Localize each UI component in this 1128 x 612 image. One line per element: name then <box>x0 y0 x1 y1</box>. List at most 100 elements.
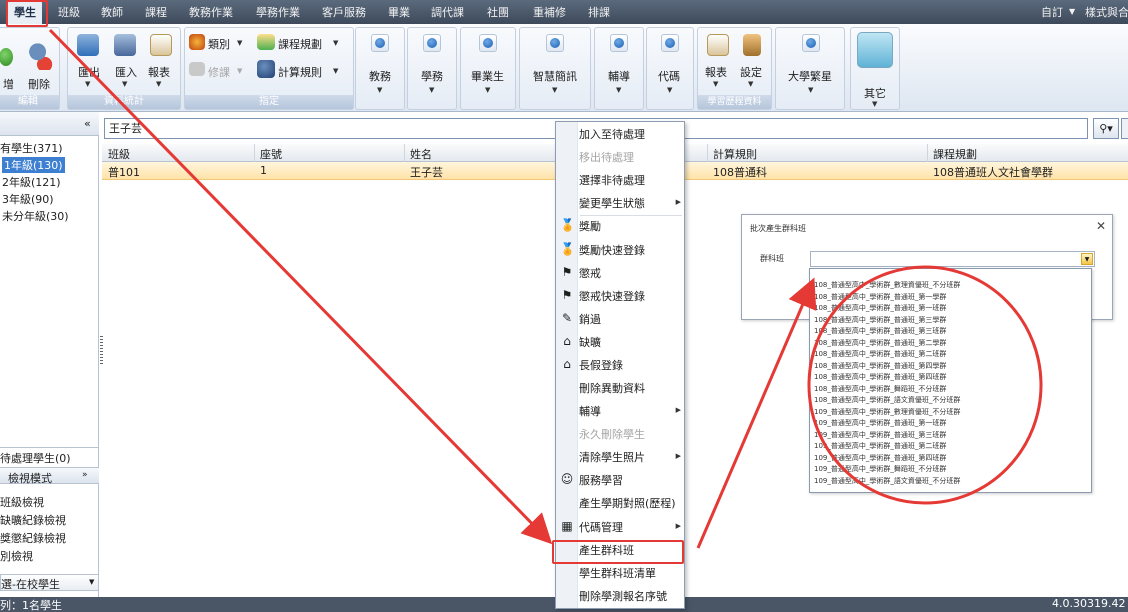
tree-grade-2[interactable]: 2年級(121) <box>2 174 61 190</box>
group-class-dropdown[interactable]: 108_普通型高中_學術群_數理資優班_不分班群 108_普通型高中_學術群_普通… <box>809 268 1092 493</box>
smart-sms-button[interactable]: 智慧簡訊 <box>533 68 577 84</box>
dropdown-option[interactable]: 109_普通型高中_學術群_語文資優班_不分班群 <box>814 477 960 486</box>
chevron-down-icon[interactable]: ▼ <box>377 86 382 94</box>
view-mode-header[interactable]: 檢視模式 » <box>0 467 99 485</box>
menu-teacher[interactable]: 教師 <box>101 4 123 20</box>
context-item-6[interactable]: 獎勵快速登錄 <box>579 242 645 258</box>
col-separator[interactable] <box>254 144 255 162</box>
dropdown-option[interactable]: 108_普通型高中_學術群_普通班_第一學群 <box>814 293 946 302</box>
menu-substitute[interactable]: 調代課 <box>431 4 464 20</box>
col-separator[interactable] <box>927 144 928 162</box>
category-button[interactable]: 類別 <box>208 36 230 52</box>
chevron-down-icon[interactable]: ▼ <box>89 578 94 586</box>
course-rule-icon[interactable] <box>257 34 275 50</box>
view-other[interactable]: 別檢視 <box>0 548 99 564</box>
context-item-8[interactable]: 懲戒快速登錄 <box>579 288 645 304</box>
tree-grade-1[interactable]: 1年級(130) <box>2 157 65 173</box>
dropdown-option[interactable]: 108_普通型高中_學術群_普通班_第二班群 <box>814 350 946 359</box>
category-icon[interactable] <box>189 34 205 50</box>
menu-class[interactable]: 班級 <box>58 4 80 20</box>
codes-button[interactable]: 代碼 <box>658 68 680 84</box>
chevron-down-icon[interactable]: ▼ <box>333 39 338 47</box>
tree-grade-3[interactable]: 3年級(90) <box>2 191 54 207</box>
view-absence[interactable]: 缺曠紀錄檢視 <box>0 512 99 528</box>
menu-customize-arrow[interactable]: ▼ <box>1069 7 1075 16</box>
chevron-down-icon[interactable]: ▼ <box>872 100 877 108</box>
context-item-3[interactable]: 選擇非待處理 <box>579 172 645 188</box>
dropdown-option[interactable]: 108_普通型高中_學術群_普通班_第四學群 <box>814 362 946 371</box>
tree-all-students[interactable]: 有學生(371) <box>0 140 63 156</box>
dropdown-option[interactable]: 108_普通型高中_學術群_普通班_第三學群 <box>814 316 946 325</box>
menu-student-affairs[interactable]: 學務作業 <box>256 4 300 20</box>
export-icon[interactable] <box>77 34 99 56</box>
menu-customer-service[interactable]: 客戶服務 <box>322 4 366 20</box>
menu-academic-affairs[interactable]: 教務作業 <box>189 4 233 20</box>
ribbon-btn-student-affairs[interactable]: 學務 ▼ <box>407 27 457 110</box>
ribbon-btn-codes[interactable]: 代碼 ▼ <box>646 27 694 110</box>
dropdown-option[interactable]: 109_普通型高中_學術群_普通班_第一班群 <box>814 419 946 428</box>
context-item-15[interactable]: 清除學生照片 <box>579 449 645 465</box>
chevron-down-icon[interactable]: ▼ <box>713 80 718 88</box>
context-item-4[interactable]: 變更學生狀態 <box>579 195 645 211</box>
col-name[interactable]: 姓名 <box>410 146 432 162</box>
calc-rule-button[interactable]: 計算規則 <box>278 64 322 80</box>
filter-select[interactable]: 選-在校學生 ▼ <box>0 574 99 591</box>
context-item-9[interactable]: 銷過 <box>579 311 601 327</box>
menu-graduation[interactable]: 畢業 <box>388 4 410 20</box>
splitter-handle[interactable] <box>100 336 103 366</box>
import-button[interactable]: 匯入 <box>115 64 137 80</box>
chevron-down-icon[interactable]: ▼ <box>85 80 90 88</box>
ribbon-btn-academic[interactable]: 教務 ▼ <box>355 27 405 110</box>
chevron-down-icon[interactable]: ▼ <box>429 86 434 94</box>
report-icon[interactable] <box>150 34 172 56</box>
view-class[interactable]: 班級檢視 <box>0 494 99 510</box>
chevron-down-icon[interactable]: ▼ <box>748 80 753 88</box>
student-affairs-button[interactable]: 學務 <box>421 68 443 84</box>
history-report-icon[interactable] <box>707 34 729 56</box>
context-item-7[interactable]: 懲戒 <box>579 265 601 281</box>
chevron-down-icon[interactable]: ▼ <box>122 80 127 88</box>
context-item-18[interactable]: 代碼管理 <box>579 519 623 535</box>
context-item-20[interactable]: 學生群科班清單 <box>579 565 656 581</box>
export-button[interactable]: 匯出 <box>78 64 100 80</box>
view-discipline[interactable]: 獎懲紀錄檢視 <box>0 530 99 546</box>
col-seat[interactable]: 座號 <box>260 146 282 162</box>
dropdown-option[interactable]: 109_普通型高中_學術群_普通班_第二班群 <box>814 442 946 451</box>
tree-unassigned[interactable]: 未分年級(30) <box>2 208 69 224</box>
chevron-down-icon[interactable]: ▼ <box>616 86 621 94</box>
context-item-13[interactable]: 輔導 <box>579 403 601 419</box>
col-separator[interactable] <box>404 144 405 162</box>
context-item-12[interactable]: 刪除異動資料 <box>579 380 645 396</box>
chevron-down-icon[interactable]: ▼ <box>1081 253 1093 265</box>
dropdown-option[interactable]: 109_普通型高中_學術群_普通班_第四班群 <box>814 454 946 463</box>
dropdown-option[interactable]: 108_普通型高中_學術群_數理資優班_不分班群 <box>814 281 960 290</box>
collapse-icon[interactable]: « <box>84 117 91 130</box>
other-button[interactable]: 其它 <box>864 85 886 101</box>
add-icon[interactable] <box>0 48 13 66</box>
calc-rule-icon[interactable] <box>257 60 275 78</box>
settings-icon[interactable] <box>743 34 761 56</box>
menu-remedial[interactable]: 重補修 <box>533 4 566 20</box>
close-icon[interactable]: ✕ <box>1096 219 1106 233</box>
history-settings-button[interactable]: 設定 <box>740 64 762 80</box>
history-report-button[interactable]: 報表 <box>705 64 727 80</box>
graduates-button[interactable]: 畢業生 <box>471 68 504 84</box>
menu-customize[interactable]: 自訂 <box>1041 4 1063 20</box>
context-item-1[interactable]: 加入至待處理 <box>579 126 645 142</box>
context-item-5[interactable]: 獎勵 <box>579 218 601 234</box>
dropdown-option[interactable]: 108_普通型高中_學術群_普通班_第二學群 <box>814 339 946 348</box>
ribbon-btn-university[interactable]: 大學繁星 ▼ <box>775 27 845 110</box>
report-button[interactable]: 報表 <box>148 64 170 80</box>
university-button[interactable]: 大學繁星 <box>788 68 832 84</box>
col-course-plan[interactable]: 課程規劃 <box>933 146 977 162</box>
context-item-16[interactable]: 服務學習 <box>579 472 623 488</box>
chevron-down-icon[interactable]: ▼ <box>552 86 557 94</box>
dropdown-option[interactable]: 108_普通型高中_學術群_普通班_第三班群 <box>814 327 946 336</box>
ribbon-btn-guidance[interactable]: 輔導 ▼ <box>594 27 644 110</box>
context-item-21[interactable]: 刪除學測報名序號 <box>579 588 667 604</box>
menu-style[interactable]: 樣式與合 <box>1085 4 1128 20</box>
search-icon[interactable]: ⚲▾ <box>1093 118 1119 139</box>
delete-user-icon[interactable] <box>25 42 53 70</box>
ribbon-btn-smart-sms[interactable]: 智慧簡訊 ▼ <box>519 27 591 110</box>
guidance-button[interactable]: 輔導 <box>608 68 630 84</box>
